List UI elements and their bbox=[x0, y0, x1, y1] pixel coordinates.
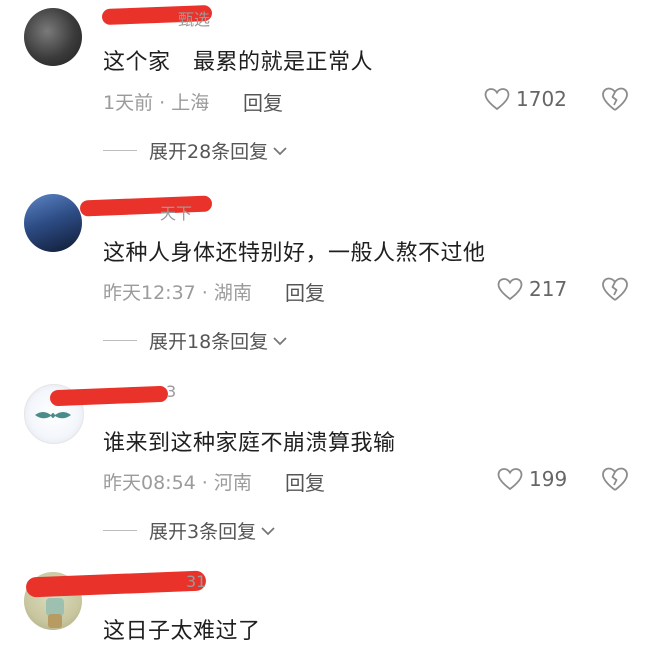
like-count: 1702 bbox=[516, 87, 567, 111]
expand-replies-label: 展开18条回复 bbox=[149, 331, 269, 353]
avatar[interactable] bbox=[24, 194, 82, 252]
broken-heart-icon[interactable] bbox=[601, 276, 629, 302]
reply-button[interactable]: 回复 bbox=[285, 467, 325, 496]
username[interactable]: 31 bbox=[186, 572, 206, 591]
username[interactable]: 3 bbox=[166, 382, 176, 401]
expand-replies-button[interactable]: 展开28条回复 bbox=[103, 137, 288, 164]
chevron-down-icon bbox=[261, 526, 275, 535]
comment-timestamp: 昨天08:54 · 河南 bbox=[103, 472, 252, 494]
comment-text: 谁来到这种家庭不崩溃算我输 bbox=[103, 431, 396, 456]
expand-replies-label: 展开28条回复 bbox=[149, 141, 269, 163]
broken-heart-icon[interactable] bbox=[601, 86, 629, 112]
heart-icon bbox=[497, 468, 523, 491]
divider-line bbox=[103, 340, 137, 341]
comment-text: 这个家 最累的就是正常人 bbox=[103, 50, 373, 75]
expand-replies-button[interactable]: 展开18条回复 bbox=[103, 327, 288, 354]
reply-button[interactable]: 回复 bbox=[243, 87, 283, 116]
chevron-down-icon bbox=[273, 146, 287, 155]
username-redaction bbox=[79, 195, 213, 217]
comment-text: 这种人身体还特别好，一般人熬不过他 bbox=[103, 241, 486, 266]
comment-timestamp: 昨天12:37 · 湖南 bbox=[103, 282, 252, 304]
chevron-down-icon bbox=[273, 336, 287, 345]
expand-replies-button[interactable]: 展开3条回复 bbox=[103, 517, 276, 544]
divider-line bbox=[103, 150, 137, 151]
avatar[interactable] bbox=[24, 8, 82, 66]
like-button[interactable]: 199 bbox=[497, 467, 567, 491]
reply-button[interactable]: 回复 bbox=[285, 277, 325, 306]
expand-replies-label: 展开3条回复 bbox=[149, 521, 257, 543]
like-button[interactable]: 1702 bbox=[484, 87, 567, 111]
divider-line bbox=[103, 530, 137, 531]
broken-heart-icon[interactable] bbox=[601, 466, 629, 492]
like-count: 217 bbox=[529, 277, 568, 301]
username[interactable]: 甄选 bbox=[178, 6, 210, 30]
like-button[interactable]: 217 bbox=[497, 277, 567, 301]
bird-icon bbox=[35, 412, 71, 419]
avatar-figure bbox=[48, 614, 62, 628]
like-count: 199 bbox=[529, 467, 568, 491]
comment-text: 这日子太难过了 bbox=[103, 619, 261, 644]
username-redaction bbox=[49, 385, 169, 407]
heart-icon bbox=[497, 278, 523, 301]
username[interactable]: 天下 bbox=[160, 200, 192, 224]
heart-icon bbox=[484, 88, 510, 111]
comment-timestamp: 1天前 · 上海 bbox=[103, 92, 210, 114]
